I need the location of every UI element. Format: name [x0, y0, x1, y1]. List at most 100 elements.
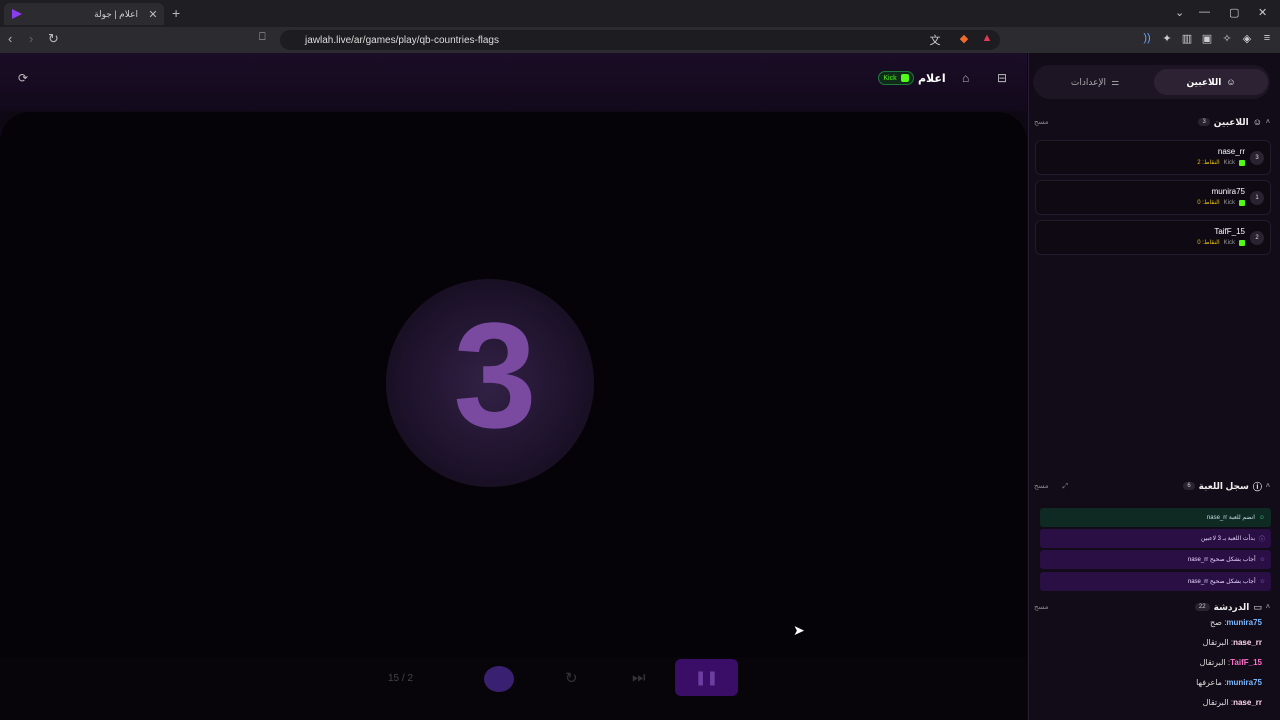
player-rank: 2: [1250, 231, 1264, 245]
players-header: اللاعبين: [1213, 116, 1249, 127]
clear-log-button[interactable]: مسح ⤢: [1034, 482, 1068, 491]
progress-knob[interactable]: [484, 666, 514, 692]
browser-tab-bar: [0, 0, 1280, 27]
kick-icon: [1239, 159, 1245, 166]
close-tab-icon[interactable]: ✕: [146, 8, 160, 21]
user-plus-icon: ☺: [1258, 514, 1265, 521]
browser-tab[interactable]: اعلام | جولة ✕: [4, 3, 164, 25]
chat-message: ماعرفها :munira75: [1196, 678, 1262, 687]
kick-badge: Kick: [878, 71, 914, 85]
tab-title: اعلام | جولة: [94, 8, 138, 19]
log-section-header[interactable]: مسح ⤢ 6 سجل اللعبة ⓘ ˄: [1034, 478, 1270, 494]
mouse-cursor-icon: ➤: [793, 622, 805, 638]
chevron-up-icon[interactable]: ˄: [1266, 604, 1270, 611]
log-text: nase_rr أجاب بشكل صحيح: [1187, 579, 1256, 585]
tab-players[interactable]: اللاعبين ☺: [1154, 69, 1268, 95]
home-icon[interactable]: ⌂: [962, 71, 969, 85]
tab-players-label: اللاعبين: [1186, 76, 1222, 87]
clear-chat-button[interactable]: مسح: [1034, 603, 1049, 611]
brave-rewards-icon[interactable]: ▲: [980, 32, 994, 46]
chevron-up-icon[interactable]: ˄: [1266, 483, 1270, 490]
log-entry: nase_rr انضم للعبة ☺: [1040, 508, 1271, 527]
back-icon[interactable]: ‹: [8, 31, 12, 46]
site-favicon-icon: [12, 9, 22, 19]
url-text: jawlah.live/ar/games/play/qb-countries-f…: [305, 34, 499, 46]
player-name: TaifF_15: [1214, 227, 1245, 236]
chat-user: nase_rr: [1233, 698, 1262, 707]
info-icon: ⓘ: [1252, 481, 1262, 492]
bookmark-icon[interactable]: ⎕: [259, 31, 266, 44]
star-icon: ☆: [1259, 579, 1265, 585]
collapse-panel-icon[interactable]: ⊟: [997, 71, 1007, 85]
translate-icon[interactable]: 文: [928, 32, 942, 47]
chat-message: البرتقال :TaifF_15: [1199, 658, 1262, 667]
refresh-icon[interactable]: ⟳: [18, 71, 28, 85]
vpn-icon[interactable]: ◈: [1240, 32, 1254, 46]
chat-text: البرتقال: [1199, 658, 1226, 667]
player-card: nase_rr النقاط: 2 Kick 3: [1035, 140, 1271, 175]
chevron-up-icon[interactable]: ˄: [1266, 119, 1270, 126]
player-rank: 1: [1250, 191, 1264, 205]
clear-label: مسح: [1034, 482, 1049, 490]
chat-count: 22: [1194, 603, 1210, 611]
log-text: nase_rr انضم للعبة: [1206, 515, 1255, 521]
minimize-icon[interactable]: —: [1199, 6, 1210, 18]
new-tab-button[interactable]: +: [172, 5, 180, 21]
address-bar[interactable]: jawlah.live/ar/games/play/qb-countries-f…: [280, 30, 1000, 50]
chat-text: البرتقال: [1202, 698, 1229, 707]
player-points: النقاط: 0: [1197, 240, 1220, 246]
leo-icon[interactable]: ✧: [1220, 32, 1234, 46]
kick-icon: [1239, 199, 1245, 206]
tab-list-icon[interactable]: ⌄: [1175, 6, 1184, 19]
player-name: munira75: [1211, 187, 1245, 196]
restart-icon[interactable]: ↻: [565, 669, 578, 687]
player-platform: Kick: [1223, 239, 1235, 246]
log-text: nase_rr أجاب بشكل صحيح: [1187, 557, 1256, 563]
playback-controls: [0, 657, 1027, 720]
player-name: nase_rr: [1217, 147, 1245, 156]
menu-icon[interactable]: ≡: [1260, 32, 1274, 46]
log-header: سجل اللعبة: [1198, 480, 1249, 491]
users-icon: ☺: [1252, 117, 1262, 127]
log-entry: nase_rr أجاب بشكل صحيح ☆: [1040, 572, 1271, 591]
chat-text: صح: [1210, 618, 1222, 627]
chat-message: البرتقال :nase_rr: [1202, 638, 1262, 647]
chat-user: TaifF_15: [1230, 658, 1262, 667]
players-count: 3: [1198, 118, 1210, 126]
clear-players-button[interactable]: مسح: [1034, 118, 1049, 126]
countdown-number: 3: [453, 291, 537, 459]
player-points: النقاط: 2: [1197, 160, 1220, 166]
chat-text: البرتقال: [1202, 638, 1229, 647]
chat-user: munira75: [1226, 678, 1262, 687]
kick-icon: [900, 74, 909, 82]
chat-section-header[interactable]: مسح 22 الدردشة ▭ ˄: [1034, 599, 1270, 615]
skip-icon[interactable]: ⏭: [632, 669, 646, 686]
users-icon: ☺: [1226, 77, 1236, 87]
audio-icon[interactable]: )): [1140, 32, 1154, 46]
log-entry: بدأت اللعبة بـ 3 لاعبين ⓘ: [1040, 529, 1271, 548]
window-close-icon[interactable]: ✕: [1258, 6, 1267, 19]
extensions-icon[interactable]: ✦: [1160, 32, 1174, 46]
forward-icon[interactable]: ›: [29, 31, 33, 46]
log-entry: nase_rr أجاب بشكل صحيح ☆: [1040, 550, 1271, 569]
pause-icon: ❚❚: [694, 669, 719, 685]
chat-message: صح :munira75: [1210, 618, 1262, 627]
sidebar-toggle-icon[interactable]: ▥: [1180, 32, 1194, 46]
brave-shield-icon[interactable]: ◆: [957, 32, 971, 46]
tab-settings-label: الإعدادات: [1070, 76, 1107, 87]
player-points: النقاط: 0: [1197, 200, 1220, 206]
player-card: TaifF_15 النقاط: 0 Kick 2: [1035, 220, 1271, 255]
game-header: [0, 53, 1027, 111]
kick-icon: [1239, 239, 1245, 246]
wallet-icon[interactable]: ▣: [1200, 32, 1214, 46]
chat-user: munira75: [1226, 618, 1262, 627]
players-section-header[interactable]: مسح 3 اللاعبين ☺ ˄: [1034, 114, 1270, 130]
maximize-icon[interactable]: ▢: [1229, 6, 1239, 19]
question-progress: 15 / 2: [388, 673, 414, 684]
tab-settings[interactable]: الإعدادات ⚌: [1040, 69, 1150, 95]
expand-icon[interactable]: ⤢: [1062, 483, 1068, 490]
reload-icon[interactable]: ↻: [48, 31, 59, 47]
browser-nav-bar: ‹ › ↻ ⎕ jawlah.live/ar/games/play/qb-cou…: [0, 27, 1280, 53]
chat-text: ماعرفها: [1196, 678, 1222, 687]
pause-button[interactable]: ❚❚: [675, 659, 738, 696]
